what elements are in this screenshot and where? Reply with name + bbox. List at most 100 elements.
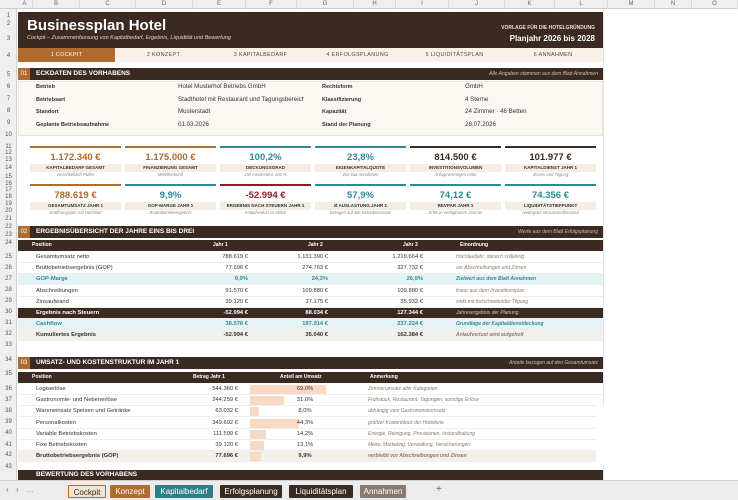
row-header[interactable]: 29 [0,298,17,304]
nav-cockpit[interactable]: 1 COCKPIT [18,48,115,62]
row-header[interactable]: 5 [0,72,17,78]
eckdaten-value[interactable]: 4 Sterne [465,96,488,103]
table-row[interactable]: Ergebnis nach Steuern -52.994 € 88.034 € 12… [18,308,603,319]
nav-annahmen[interactable]: 6 ANNAHMEN [503,48,603,62]
more-sheets-icon[interactable]: … [26,485,34,494]
column-header[interactable]: A [17,0,33,9]
row-header[interactable]: 1 [0,13,17,19]
table-row[interactable]: Kumuliertes Ergebnis -52.994 € 35.040 € 162… [18,330,603,342]
column-header[interactable]: G [297,0,354,9]
row-header[interactable]: 43 [0,464,17,470]
eckdaten-value[interactable]: 28.07.2026 [465,121,496,128]
row-header[interactable]: 25 [0,254,17,260]
section-ergebnis-header: 02 ERGEBNISÜBERSICHT DER JAHRE EINS BIS … [18,226,603,238]
sheet-tab-erfolgsplanung[interactable]: Erfolgsplanung [220,485,282,498]
eckdaten-value[interactable]: GmbH [465,83,483,90]
row-header[interactable]: 37 [0,397,17,403]
kpi-value: 101.977 € [529,152,572,163]
eckdaten-value[interactable]: Stadthotel mit Restaurant und Tagungsber… [178,96,304,103]
row-header[interactable]: 8 [0,108,17,114]
column-header[interactable]: N [655,0,692,9]
row-header[interactable]: 21 [0,216,17,222]
row-header[interactable]: 10 [0,132,17,138]
eckdaten-value[interactable]: 24 Zimmer · 46 Betten [465,108,527,115]
row-header[interactable]: 28 [0,287,17,293]
sheet-tab-liquiditätsplan[interactable]: Liquiditätsplan [289,485,353,498]
column-header[interactable]: K [505,0,555,9]
row-header[interactable]: 22 [0,224,17,230]
eckdaten-value[interactable]: Hotel Musterhof Betriebs GmbH [178,83,304,90]
scroll-right-icon[interactable]: › [16,485,19,494]
row-header[interactable]: 18 [0,194,17,200]
row-header[interactable]: 17 [0,187,17,193]
row-header[interactable]: 41 [0,442,17,448]
row-header[interactable]: 12 [0,150,17,156]
row-header[interactable]: 40 [0,430,17,436]
eckdaten-value[interactable]: Musterstadt [178,108,304,115]
column-header[interactable]: C [80,0,136,9]
row-header[interactable]: 30 [0,309,17,315]
row-header[interactable]: 42 [0,452,17,458]
sheet-tab-cockpit[interactable]: Cockpit [68,485,106,498]
add-sheet-button[interactable]: + [436,484,442,495]
table-row[interactable]: Wareneinsatz Speisen und Getränke 63.032 … [18,406,603,418]
column-header[interactable]: M [608,0,655,9]
column-header[interactable]: I [396,0,449,9]
row-header[interactable]: 23 [0,232,17,238]
column-header[interactable]: J [449,0,505,9]
sheet-tab-konzept[interactable]: Konzept [110,485,150,498]
table-row[interactable]: Bruttobetriebsergebnis (GOP) 77.696 € 274.… [18,263,603,275]
row-header[interactable]: 38 [0,408,17,414]
row-header[interactable]: 19 [0,201,17,207]
ergebnis-table-header: Position Jahr 1 Jahr 2 Jahr 3 Einordnung [18,240,603,251]
nav-konzept[interactable]: 2 KONZEPT [115,48,212,62]
table-row[interactable]: Gastronomie- und Nebenerlöse 244.259 € 31,… [18,395,603,407]
row-header[interactable]: 24 [0,240,17,246]
row-header[interactable]: 6 [0,84,17,90]
row-header[interactable]: 4 [0,53,17,59]
table-row[interactable]: Abschreibungen 91.570 € 109.880 € 109.880 €… [18,286,603,297]
column-header[interactable]: B [33,0,80,9]
row-header[interactable]: 13 [0,157,17,163]
eckdaten-value[interactable]: 01.03.2026 [178,121,304,128]
sheet-tab-kapitalbedarf[interactable]: Kapitalbedarf [155,485,213,498]
cell-label: Kumuliertes Ergebnis [36,332,96,339]
nav-kapitalbedarf[interactable]: 3 KAPITALBEDARF [212,48,309,62]
column-header[interactable]: H [354,0,396,9]
row-header[interactable]: 32 [0,331,17,337]
column-header[interactable]: E [193,0,246,9]
row-header[interactable]: 3 [0,36,17,42]
row-header[interactable]: 26 [0,265,17,271]
scroll-left-icon[interactable]: ‹ [6,485,9,494]
row-header[interactable]: 14 [0,165,17,171]
column-header[interactable]: D [136,0,193,9]
table-row[interactable]: Logiserlöse 544.360 € 69,0% Zimmerumsatz al… [18,384,603,395]
row-header[interactable]: 31 [0,320,17,326]
column-header[interactable]: L [555,0,608,9]
nav-erfolgsplanung[interactable]: 4 ERFOLGSPLANUNG [309,48,406,62]
table-row[interactable]: Bruttobetriebsergebnis (GOP) 77.696 € 9,9%… [18,451,603,463]
column-header[interactable]: O [692,0,738,9]
row-header[interactable]: 39 [0,419,17,425]
row-header[interactable]: 27 [0,276,17,282]
row-header[interactable]: 20 [0,208,17,214]
nav-liquiditaetsplan[interactable]: 5 LIQUIDITÄTSPLAN [406,48,503,62]
table-row[interactable]: Fixe Betriebskosten 39.120 € 13,1% Miete, M… [18,440,603,451]
row-header[interactable]: 33 [0,342,17,348]
row-header[interactable]: 34 [0,357,17,363]
row-header[interactable]: 15 [0,174,17,180]
table-row[interactable]: Zinsaufwand 39.120 € 37.175 € 35.932 € sinkt… [18,297,603,308]
sheet-tab-annahmen[interactable]: Annahmen [360,485,406,498]
table-row[interactable]: Cashflow 38.576 € 197.914 € 237.224 € Grundl… [18,319,603,331]
row-header[interactable]: 9 [0,120,17,126]
row-header[interactable]: 7 [0,96,17,102]
row-header[interactable]: 36 [0,386,17,392]
column-header[interactable]: F [246,0,297,9]
row-header[interactable]: 35 [0,371,17,377]
table-row[interactable]: Gesamtumsatz netto 788.619 € 1.131.390 € 1.… [18,252,603,263]
table-row[interactable]: Variable Betriebskosten 111.599 € 14,2% Ene… [18,429,603,440]
cell-label: Fixe Betriebskosten [36,442,87,448]
table-row[interactable]: GOP-Marge 9,9% 24,3% 26,9% Zielwert aus dem … [18,274,603,286]
table-row[interactable]: Personalkosten 349.692 € 44,3% größter Kost… [18,418,603,429]
row-header[interactable]: 2 [0,21,17,27]
